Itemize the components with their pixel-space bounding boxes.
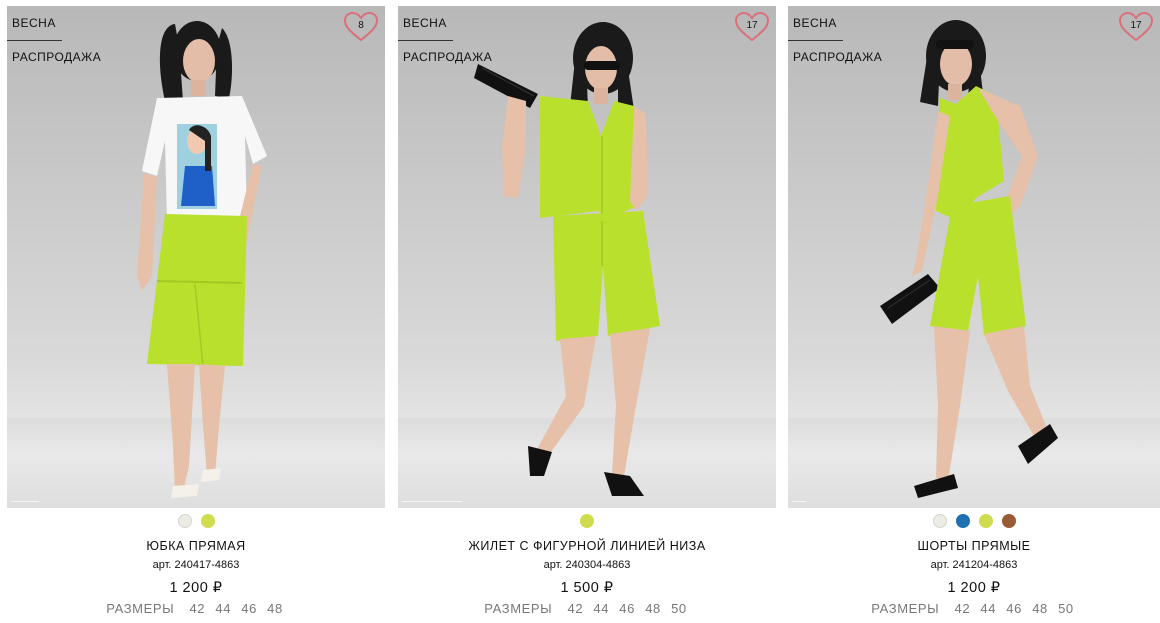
slider-indicator <box>402 501 462 502</box>
color-swatch-white[interactable] <box>932 514 947 528</box>
size-option[interactable]: 42 <box>955 601 971 616</box>
slider-indicator <box>792 501 806 502</box>
sizes-label: РАЗМЕРЫ <box>106 601 175 616</box>
model-illustration <box>880 20 1058 498</box>
product-name[interactable]: ЮБКА ПРЯМАЯ <box>7 539 385 553</box>
tag-season: ВЕСНА <box>398 6 453 41</box>
color-swatch-lime[interactable] <box>200 514 215 528</box>
color-swatch-lime[interactable] <box>580 514 594 528</box>
product-card[interactable]: ВЕСНА РАСПРОДАЖА 17 ШОРТЫ ПРЯМЫЕ арт. 24… <box>788 6 1160 623</box>
sizes-label: РАЗМЕРЫ <box>484 601 553 616</box>
size-option[interactable]: 50 <box>671 601 687 616</box>
tag-season: ВЕСНА <box>7 6 62 41</box>
sizes-label: РАЗМЕРЫ <box>871 601 940 616</box>
size-option[interactable]: 46 <box>1006 601 1022 616</box>
color-swatch-lime[interactable] <box>978 514 993 528</box>
favorite-button[interactable]: 8 <box>343 11 379 43</box>
size-option[interactable]: 48 <box>645 601 661 616</box>
product-price: 1 200 ₽ <box>169 580 223 596</box>
product-photo[interactable]: ВЕСНА РАСПРОДАЖА 8 <box>7 6 385 508</box>
size-option[interactable]: 46 <box>241 601 257 616</box>
slider-indicator <box>11 501 39 502</box>
color-swatches <box>7 514 385 528</box>
favorite-count: 17 <box>746 20 758 31</box>
product-sku: арт. 240417-4863 <box>152 559 240 571</box>
product-sizes: РАЗМЕРЫ 42 44 46 48 50 <box>788 601 1160 616</box>
product-sizes: РАЗМЕРЫ 42 44 46 48 50 <box>398 601 776 616</box>
size-option[interactable]: 42 <box>568 601 584 616</box>
product-photo[interactable]: ВЕСНА РАСПРОДАЖА 17 <box>788 6 1160 508</box>
color-swatches <box>788 514 1160 528</box>
color-swatch-white[interactable] <box>177 514 192 528</box>
tag-sale: РАСПРОДАЖА <box>793 50 883 64</box>
tag-sale: РАСПРОДАЖА <box>12 50 102 64</box>
color-swatches <box>398 514 776 528</box>
size-option[interactable]: 46 <box>619 601 635 616</box>
size-option[interactable]: 44 <box>215 601 231 616</box>
product-card[interactable]: ВЕСНА РАСПРОДАЖА 8 ЮБКА ПРЯМАЯ арт. 2404… <box>7 6 385 623</box>
color-swatch-blue[interactable] <box>955 514 970 528</box>
color-swatch-brown[interactable] <box>1001 514 1016 528</box>
product-sku: арт. 241204-4863 <box>930 559 1018 571</box>
favorite-count: 17 <box>1130 20 1142 31</box>
product-price: 1 200 ₽ <box>947 580 1001 596</box>
product-name[interactable]: ШОРТЫ ПРЯМЫЕ <box>788 539 1160 553</box>
size-option[interactable]: 44 <box>593 601 609 616</box>
product-photo[interactable]: ВЕСНА РАСПРОДАЖА 17 <box>398 6 776 508</box>
favorite-count: 8 <box>358 20 364 31</box>
tag-sale: РАСПРОДАЖА <box>403 50 493 64</box>
size-option[interactable]: 48 <box>1032 601 1048 616</box>
product-price: 1 500 ₽ <box>560 580 614 596</box>
size-option[interactable]: 42 <box>189 601 205 616</box>
product-card[interactable]: ВЕСНА РАСПРОДАЖА 17 ЖИЛЕТ С ФИГУРНОЙ ЛИН… <box>398 6 776 623</box>
product-sizes: РАЗМЕРЫ 42 44 46 48 <box>7 601 385 616</box>
size-option[interactable]: 50 <box>1058 601 1074 616</box>
size-option[interactable]: 48 <box>267 601 283 616</box>
tag-season: ВЕСНА <box>788 6 843 41</box>
model-illustration <box>474 22 660 496</box>
product-name[interactable]: ЖИЛЕТ С ФИГУРНОЙ ЛИНИЕЙ НИЗА <box>398 539 776 553</box>
model-illustration <box>137 21 267 498</box>
product-sku: арт. 240304-4863 <box>543 559 631 571</box>
favorite-button[interactable]: 17 <box>1118 11 1154 43</box>
size-option[interactable]: 44 <box>980 601 996 616</box>
favorite-button[interactable]: 17 <box>734 11 770 43</box>
